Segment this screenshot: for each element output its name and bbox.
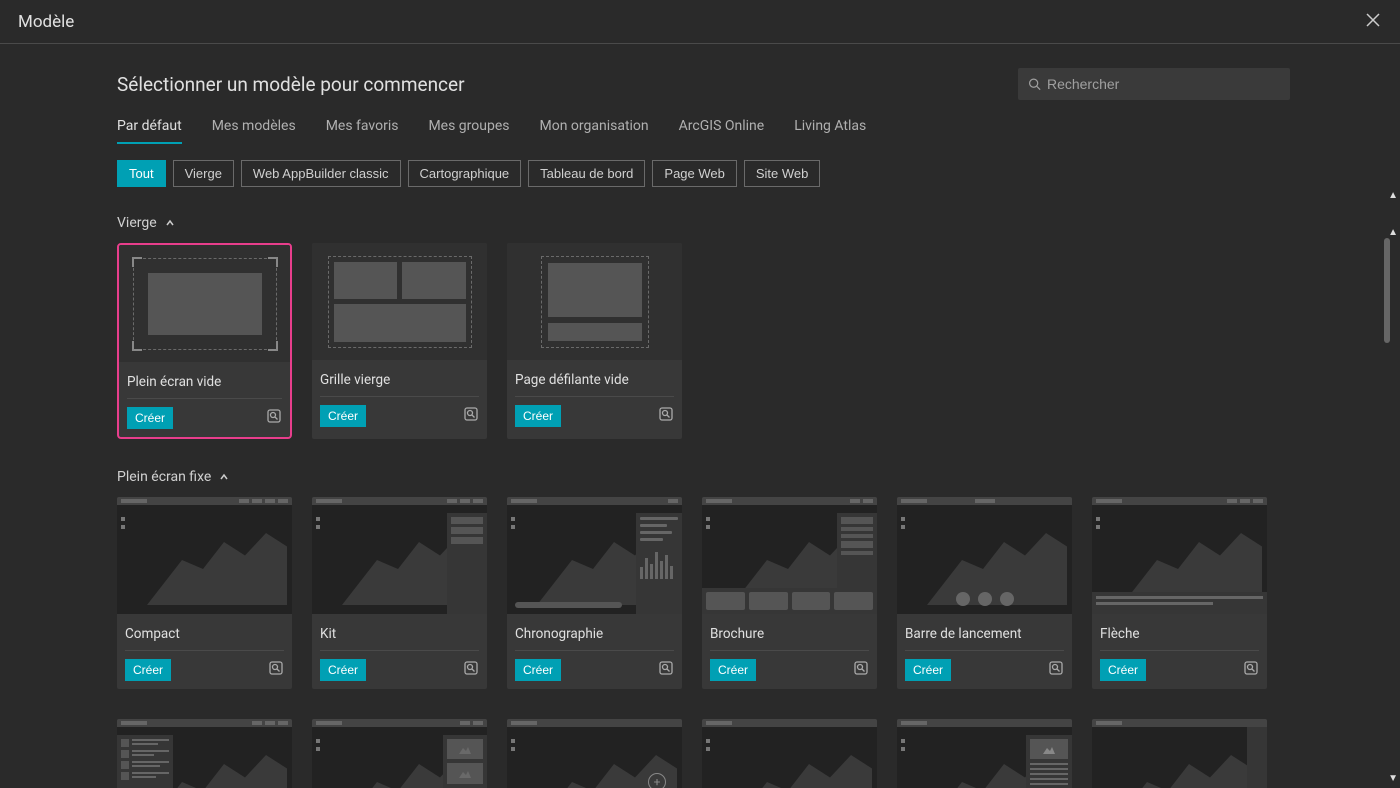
preview-icon[interactable] [853,660,869,680]
section-fullscreen-title: Plein écran fixe [117,469,211,485]
filter-blank[interactable]: Vierge [173,160,234,187]
create-button[interactable]: Créer [515,405,561,427]
filter-wab[interactable]: Web AppBuilder classic [241,160,401,187]
preview-icon[interactable] [658,660,674,680]
category-tabs: Par défaut Mes modèles Mes favoris Mes g… [117,118,1290,144]
main-content: Sélectionner un modèle pour commencer Pa… [0,44,1400,788]
template-thumbnail [312,719,487,788]
template-card-arrow[interactable]: Flèche Créer [1092,497,1267,689]
template-card-chrono[interactable]: Chronographie Créer [507,497,682,689]
section-blank-title: Vierge [117,215,157,231]
template-card[interactable] [312,719,487,788]
template-card[interactable] [117,719,292,788]
template-title: Page défilante vide [515,368,674,397]
template-card[interactable] [1092,719,1267,788]
create-button[interactable]: Créer [710,659,756,681]
template-thumbnail [119,245,290,362]
template-card-kit[interactable]: Kit Créer [312,497,487,689]
section-blank-header[interactable]: Vierge [117,215,1290,231]
template-title: Grille vierge [320,368,479,397]
create-button[interactable]: Créer [515,659,561,681]
scrollbar-thumb[interactable] [1384,238,1390,343]
template-thumbnail [702,719,877,788]
plus-icon: + [648,773,666,788]
template-thumbnail [507,497,682,614]
template-card-compact[interactable]: Compact Créer [117,497,292,689]
scroll-up-arrow[interactable]: ▲ [1388,190,1398,201]
create-button[interactable]: Créer [320,405,366,427]
tab-my-favorites[interactable]: Mes favoris [326,118,399,144]
template-card-fullscreen-blank[interactable]: Plein écran vide Créer [117,243,292,439]
template-title: Compact [125,622,284,651]
page-title: Sélectionner un modèle pour commencer [117,73,465,96]
template-thumbnail [897,719,1072,788]
tab-arcgis-online[interactable]: ArcGIS Online [679,118,765,144]
create-button[interactable]: Créer [127,407,173,429]
template-thumbnail [312,497,487,614]
template-title: Chronographie [515,622,674,651]
search-icon [1028,77,1041,91]
preview-icon[interactable] [268,660,284,680]
template-thumbnail [117,719,292,788]
search-box[interactable] [1018,68,1290,100]
filter-webpage[interactable]: Page Web [652,160,736,187]
template-card-launchbar[interactable]: Barre de lancement Créer [897,497,1072,689]
preview-icon[interactable] [1243,660,1259,680]
create-button[interactable]: Créer [125,659,171,681]
template-card-brochure[interactable]: Brochure Créer [702,497,877,689]
filter-all[interactable]: Tout [117,160,166,187]
filter-map[interactable]: Cartographique [408,160,522,187]
tab-my-org[interactable]: Mon organisation [539,118,648,144]
create-button[interactable]: Créer [320,659,366,681]
scroll-down-arrow[interactable]: ▼ [1388,773,1398,784]
section-fullscreen-header[interactable]: Plein écran fixe [117,469,1290,485]
close-button[interactable] [1364,11,1382,33]
template-thumbnail [117,497,292,614]
template-thumbnail [1092,497,1267,614]
scroll-up-arrow-inner[interactable]: ▲ [1388,227,1398,238]
preview-icon[interactable] [463,660,479,680]
preview-icon[interactable] [266,408,282,428]
create-button[interactable]: Créer [1100,659,1146,681]
template-thumbnail [1092,719,1267,788]
template-card-grid-blank[interactable]: Grille vierge Créer [312,243,487,439]
template-card[interactable] [702,719,877,788]
preview-icon[interactable] [658,406,674,426]
filter-website[interactable]: Site Web [744,160,821,187]
preview-icon[interactable] [463,406,479,426]
template-title: Kit [320,622,479,651]
template-title: Plein écran vide [127,370,282,399]
template-thumbnail [702,497,877,614]
tab-my-templates[interactable]: Mes modèles [212,118,296,144]
chevron-up-icon [219,472,229,482]
tab-living-atlas[interactable]: Living Atlas [794,118,866,144]
template-title: Barre de lancement [905,622,1064,651]
tab-default[interactable]: Par défaut [117,118,182,144]
blank-cards: Plein écran vide Créer Grille vierge Cré… [117,243,1290,439]
template-thumbnail [312,243,487,360]
template-title: Flèche [1100,622,1259,651]
filter-row: Tout Vierge Web AppBuilder classic Carto… [117,160,1290,187]
search-input[interactable] [1047,76,1280,92]
tab-my-groups[interactable]: Mes groupes [428,118,509,144]
template-card-scrolling-blank[interactable]: Page défilante vide Créer [507,243,682,439]
create-button[interactable]: Créer [905,659,951,681]
fullscreen-cards: Compact Créer Kit Créer [117,497,1290,689]
chevron-up-icon [165,218,175,228]
preview-icon[interactable] [1048,660,1064,680]
header-title: Modèle [18,12,74,32]
template-card[interactable]: + [507,719,682,788]
fullscreen-cards-row2: + [117,719,1290,788]
filter-dashboard[interactable]: Tableau de bord [528,160,645,187]
template-thumbnail: + [507,719,682,788]
template-title: Brochure [710,622,869,651]
template-thumbnail [507,243,682,360]
close-icon [1364,11,1382,29]
header: Modèle [0,0,1400,44]
template-card[interactable] [897,719,1072,788]
template-thumbnail [897,497,1072,614]
